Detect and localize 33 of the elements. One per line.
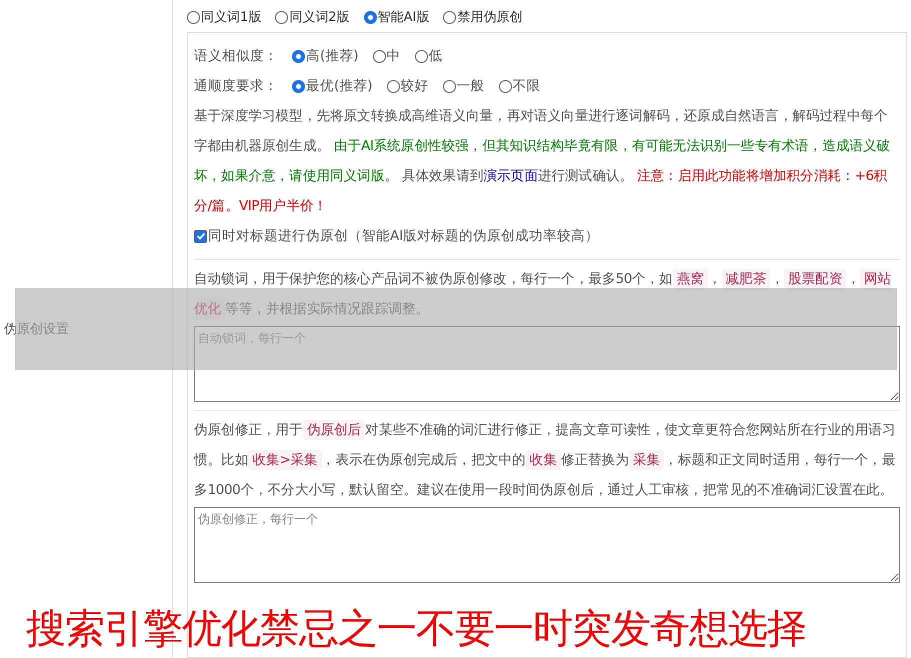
option-label: 语义相似度： — [194, 47, 278, 66]
radio-icon[interactable] — [442, 80, 456, 92]
radio-option[interactable]: 一般 — [442, 71, 485, 101]
corrections-description: 伪原创修正，用于 伪原创后 对某些不准确的词汇进行修正，提高文章可读性，使文章更符合您网站所在行业的用语习惯。比如 收集>采集 ，表示在伪原创完成后，把文中的 收集 修正替换为 采集 ，标题和正文同时适用，每行一个，最多1000个，不分大小写，默认留空。建议在使用一段时间伪原创后，通过人工审核，把常见的不准确词汇设置在此。 — [194, 419, 897, 500]
radio-option[interactable]: 低 — [414, 41, 443, 71]
ai-description: 基于深度学习模型，先将原文转换成高维语义向量，再对语义向量进行逐词解码，还原成自然语言，解码过程中每个字都由机器原创生成。 由于AI系统原创性较强，但其知识结构毕竟有限，有可能无法识别一些专有术语，造成语义破坏，如果介意，请使用同义词版。 具体效果请到演示页面进行测试确认。 注意：启用此功能将增加积分消耗：+6积分/篇。VIP用户半价！ — [194, 107, 892, 216]
radio-icon[interactable] — [292, 50, 305, 62]
option-label: 通顺度要求： — [194, 77, 278, 96]
radio-option[interactable]: 智能AI版 — [364, 8, 430, 26]
row-label: 伪原创设置 — [4, 321, 69, 338]
radio-icon[interactable] — [275, 10, 288, 24]
radio-icon[interactable] — [292, 80, 305, 92]
demo-page-link[interactable]: 演示页面 — [484, 168, 538, 184]
radio-option[interactable]: 中 — [372, 41, 401, 71]
radio-icon[interactable] — [443, 10, 456, 24]
title-checkbox-option[interactable]: 同时对标题进行伪原创（智能AI版对标题的伪原创成功率较高） — [194, 221, 900, 251]
radio-option[interactable]: 同义词1版 — [187, 8, 262, 26]
caption-text: 搜索引擎优化禁忌之一不要一时突发奇想选择 — [26, 605, 806, 654]
checkbox[interactable] — [194, 230, 207, 242]
corrections-field[interactable]: 伪原创修正，每行一个 — [194, 507, 900, 583]
radio-option[interactable]: 高(推荐) — [292, 41, 359, 71]
radio-icon[interactable] — [364, 10, 377, 24]
lock-words-description: 自动锁词，用于保护您的核心产品词不被伪原创修改，每行一个，最多50个，如 燕窝 ， 减肥茶 ， 股票配资 ， 网站优化 等等，并根据实际情况跟踪调整。 — [194, 268, 892, 321]
radio-icon[interactable] — [414, 50, 428, 62]
radio-option[interactable]: 最优(推荐) — [292, 71, 373, 101]
radio-icon[interactable] — [372, 50, 386, 62]
radio-icon[interactable] — [187, 10, 200, 24]
radio-option[interactable]: 较好 — [386, 71, 429, 101]
radio-option[interactable]: 禁用伪原创 — [443, 8, 522, 26]
radio-option[interactable]: 不限 — [498, 71, 541, 101]
radio-icon[interactable] — [498, 80, 512, 92]
radio-icon[interactable] — [386, 80, 400, 92]
radio-option[interactable]: 同义词2版 — [275, 8, 350, 26]
